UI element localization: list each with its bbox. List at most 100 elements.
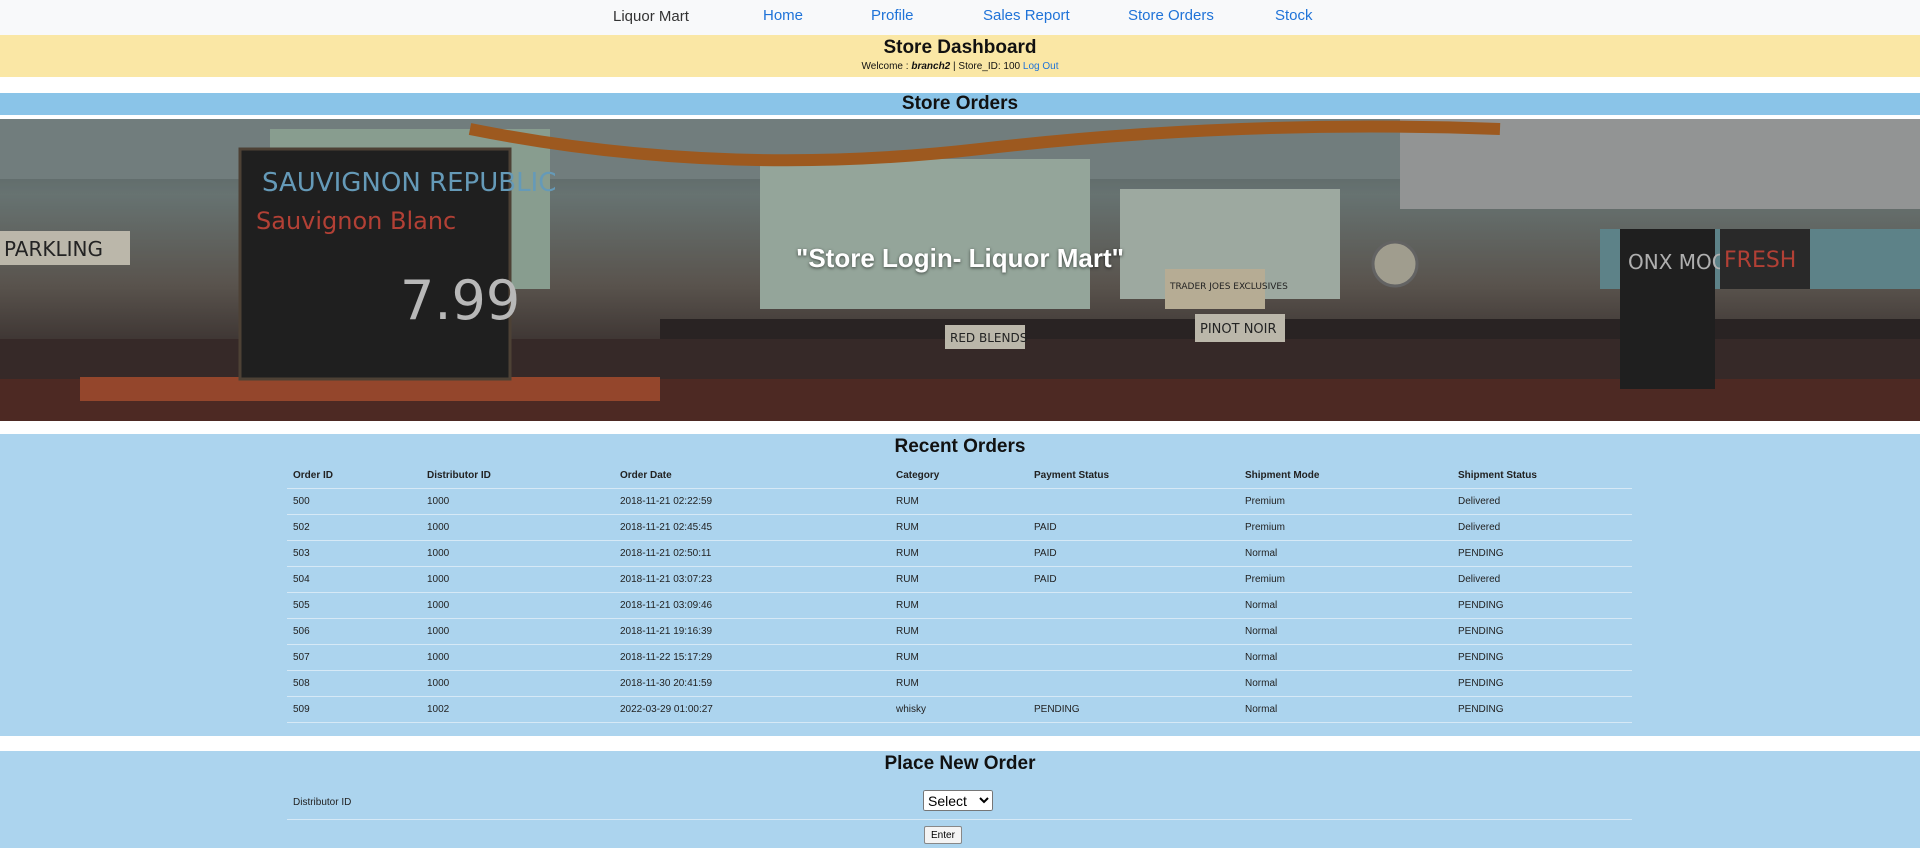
- order-id-cell: 503: [287, 540, 421, 567]
- table-row: 508 1000 2018-11-30 20:41:59 RUM Normal …: [287, 670, 1632, 697]
- order-date-cell: 2018-11-21 02:22:59: [614, 488, 890, 515]
- order-id-cell: 504: [287, 566, 421, 593]
- table-row: 509 1002 2022-03-29 01:00:27 whisky PEND…: [287, 696, 1632, 723]
- logout-link[interactable]: Log Out: [1023, 61, 1059, 72]
- order-id-cell: 507: [287, 644, 421, 671]
- column-header: Order ID: [287, 462, 421, 489]
- table-row: 507 1000 2018-11-22 15:17:29 RUM Normal …: [287, 644, 1632, 671]
- nav-home-link[interactable]: Home: [763, 7, 803, 24]
- order-id-cell: 508: [287, 670, 421, 697]
- shipment-mode-cell: Premium: [1239, 566, 1452, 593]
- category-cell: RUM: [890, 618, 1028, 645]
- hero-caption: "Store Login- Liquor Mart": [796, 243, 1124, 273]
- distributor-id-cell: 1000: [421, 488, 614, 515]
- section-title-place-order: Place New Order: [884, 753, 1036, 774]
- order-date-cell: 2018-11-21 19:16:39: [614, 618, 890, 645]
- column-header: Distributor ID: [421, 462, 614, 489]
- shipment-mode-cell: Normal: [1239, 540, 1452, 567]
- enter-button[interactable]: Enter: [924, 826, 962, 844]
- order-id-cell: 506: [287, 618, 421, 645]
- order-date-cell: 2022-03-29 01:00:27: [614, 696, 890, 723]
- distributor-id-cell: 1000: [421, 592, 614, 619]
- recent-orders-section: Recent Orders Order ID Distributor ID Or…: [0, 434, 1920, 736]
- shipment-status-cell: PENDING: [1452, 592, 1632, 619]
- payment-status-cell: PENDING: [1028, 696, 1239, 723]
- category-cell: whisky: [890, 696, 1028, 723]
- username: branch2: [911, 61, 951, 72]
- welcome-line: Welcome : branch2 | Store_ID: 100 Log Ou…: [0, 60, 1920, 74]
- shipment-mode-cell: Normal: [1239, 592, 1452, 619]
- payment-status-cell: [1028, 592, 1239, 619]
- payment-status-cell: [1028, 488, 1239, 515]
- order-date-cell: 2018-11-21 02:45:45: [614, 514, 890, 541]
- order-date-cell: 2018-11-22 15:17:29: [614, 644, 890, 671]
- nav-sales-report-link[interactable]: Sales Report: [983, 7, 1070, 24]
- nav-profile-link[interactable]: Profile: [871, 7, 914, 24]
- category-cell: RUM: [890, 488, 1028, 515]
- shipment-mode-cell: Premium: [1239, 488, 1452, 515]
- distributor-id-cell: 1000: [421, 644, 614, 671]
- order-id-cell: 509: [287, 696, 421, 723]
- shipment-status-cell: PENDING: [1452, 644, 1632, 671]
- table-row: 505 1000 2018-11-21 03:09:46 RUM Normal …: [287, 592, 1632, 619]
- section-title-recent-orders: Recent Orders: [894, 436, 1026, 457]
- order-date-cell: 2018-11-21 02:50:11: [614, 540, 890, 567]
- distributor-id-cell: 1000: [421, 670, 614, 697]
- table-row: 500 1000 2018-11-21 02:22:59 RUM Premium…: [287, 488, 1632, 515]
- shipment-mode-cell: Normal: [1239, 670, 1452, 697]
- table-row: 503 1000 2018-11-21 02:50:11 RUM PAID No…: [287, 540, 1632, 567]
- payment-status-cell: PAID: [1028, 514, 1239, 541]
- order-date-cell: 2018-11-21 03:07:23: [614, 566, 890, 593]
- category-cell: RUM: [890, 514, 1028, 541]
- brand-logo-text[interactable]: Liquor Mart: [613, 8, 689, 25]
- nav-store-orders-link[interactable]: Store Orders: [1128, 7, 1214, 24]
- table-row: 504 1000 2018-11-21 03:07:23 RUM PAID Pr…: [287, 566, 1632, 593]
- shipment-status-cell: Delivered: [1452, 488, 1632, 515]
- table-row: 506 1000 2018-11-21 19:16:39 RUM Normal …: [287, 618, 1632, 645]
- shipment-status-cell: Delivered: [1452, 514, 1632, 541]
- order-id-cell: 500: [287, 488, 421, 515]
- category-cell: RUM: [890, 670, 1028, 697]
- order-date-cell: 2018-11-30 20:41:59: [614, 670, 890, 697]
- distributor-id-cell: 1000: [421, 566, 614, 593]
- page-title: Store Dashboard: [883, 37, 1037, 58]
- payment-status-cell: PAID: [1028, 566, 1239, 593]
- shipment-status-cell: PENDING: [1452, 696, 1632, 723]
- distributor-id-cell: 1000: [421, 618, 614, 645]
- category-cell: RUM: [890, 566, 1028, 593]
- hero-banner: SAUVIGNON REPUBLIC Sauvignon Blanc 7.99 …: [0, 119, 1920, 421]
- column-header: Order Date: [614, 462, 890, 489]
- nav-stock-link[interactable]: Stock: [1275, 7, 1313, 24]
- shipment-mode-cell: Normal: [1239, 618, 1452, 645]
- table-header-row: Order ID Distributor ID Order Date Categ…: [287, 462, 1632, 489]
- payment-status-cell: [1028, 618, 1239, 645]
- store-id-text: | Store_ID: 100: [953, 61, 1021, 72]
- payment-status-cell: [1028, 644, 1239, 671]
- column-header: Shipment Status: [1452, 462, 1632, 489]
- order-date-cell: 2018-11-21 03:09:46: [614, 592, 890, 619]
- shipment-mode-cell: Premium: [1239, 514, 1452, 541]
- category-cell: RUM: [890, 592, 1028, 619]
- distributor-id-select[interactable]: Select: [923, 790, 993, 811]
- order-id-cell: 505: [287, 592, 421, 619]
- category-cell: RUM: [890, 644, 1028, 671]
- column-header: Shipment Mode: [1239, 462, 1452, 489]
- section-title-store-orders: Store Orders: [0, 93, 1920, 115]
- shipment-mode-cell: Normal: [1239, 696, 1452, 723]
- category-cell: RUM: [890, 540, 1028, 567]
- recent-orders-table: Order ID Distributor ID Order Date Categ…: [287, 462, 1632, 723]
- distributor-id-cell: 1000: [421, 514, 614, 541]
- distributor-id-cell: 1002: [421, 696, 614, 723]
- dashboard-header: Store Dashboard Welcome : branch2 | Stor…: [0, 35, 1920, 77]
- distributor-id-cell: 1000: [421, 540, 614, 567]
- shipment-status-cell: PENDING: [1452, 540, 1632, 567]
- place-order-section: Place New Order Distributor ID Select En…: [0, 751, 1920, 848]
- shipment-status-cell: Delivered: [1452, 566, 1632, 593]
- shipment-status-cell: PENDING: [1452, 670, 1632, 697]
- column-header: Category: [890, 462, 1028, 489]
- table-row: 502 1000 2018-11-21 02:45:45 RUM PAID Pr…: [287, 514, 1632, 541]
- payment-status-cell: PAID: [1028, 540, 1239, 567]
- shipment-status-cell: PENDING: [1452, 618, 1632, 645]
- top-navbar: Liquor Mart Home Profile Sales Report St…: [0, 0, 1920, 35]
- distributor-id-label: Distributor ID: [293, 797, 352, 808]
